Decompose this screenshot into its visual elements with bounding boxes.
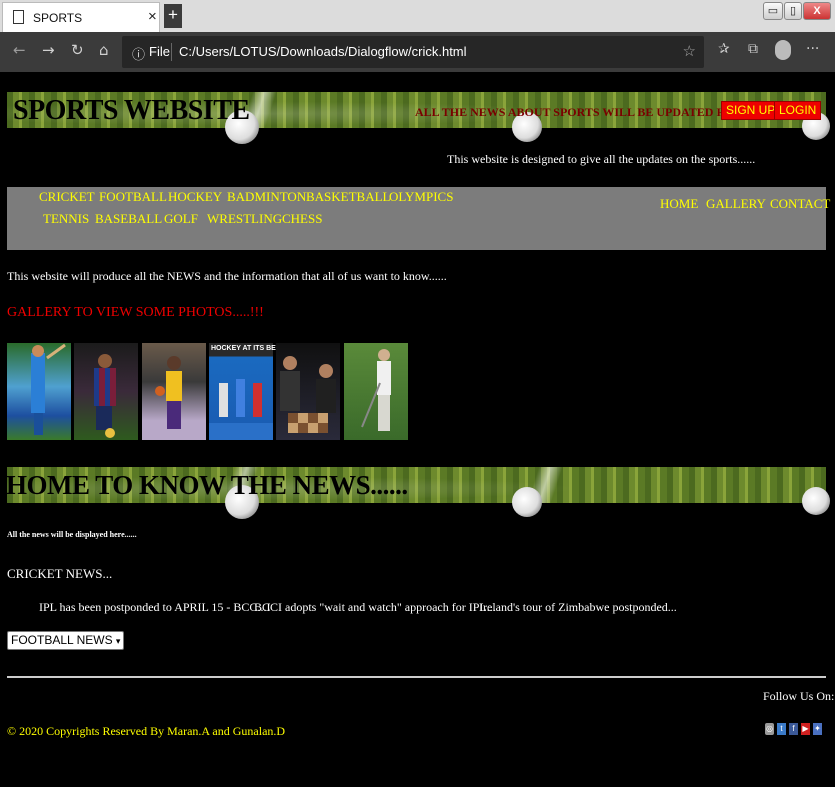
hockey-caption: HOCKEY AT ITS BEST xyxy=(211,345,285,352)
favorite-star-icon[interactable]: ☆ xyxy=(683,42,696,60)
nav-link-chess[interactable]: CHESS xyxy=(282,211,322,227)
cricket-news-title: CRICKET NEWS... xyxy=(7,566,113,581)
home-icon[interactable]: ⌂ xyxy=(99,41,109,59)
copyright-text: © 2020 Copyrights Reserved By Maran.A an… xyxy=(7,724,286,738)
tab-bar: SPORTS × + ▭ ▯ X xyxy=(0,0,835,32)
favorites-icon[interactable]: ✰ xyxy=(718,41,730,57)
nav-link-golf[interactable]: GOLF xyxy=(164,211,198,227)
collections-icon[interactable]: ⧉ xyxy=(748,41,758,57)
news-item[interactable]: IPL has been postponded to APRIL 15 - BC… xyxy=(39,600,270,615)
follow-us-label: Follow Us On: xyxy=(763,689,835,703)
gallery-photo-hockey[interactable]: HOCKEY AT ITS BEST xyxy=(209,343,285,440)
gallery-photo-golf[interactable] xyxy=(344,343,408,440)
minimize-button[interactable]: ▭ xyxy=(763,2,783,20)
nav-link-olympics[interactable]: OLYMPICS xyxy=(389,189,453,205)
football-image xyxy=(802,487,830,515)
site-title: SPORTS WEBSITE xyxy=(13,95,250,126)
address-bar[interactable]: ⓘ File C:/Users/LOTUS/Downloads/Dialogfl… xyxy=(122,36,704,68)
nav-link-wrestling[interactable]: WRESTLING xyxy=(207,211,282,227)
refresh-icon[interactable]: ↻ xyxy=(71,41,84,59)
flickr-icon[interactable]: ✦ xyxy=(813,723,822,735)
forward-icon[interactable]: → xyxy=(42,41,55,59)
news-heading: HOME TO KNOW THE NEWS...... xyxy=(6,470,408,500)
url-separator xyxy=(171,43,172,61)
footballer-figure xyxy=(94,354,116,438)
nav-link-tennis[interactable]: TENNIS xyxy=(43,211,89,227)
nav-link-hockey[interactable]: HOCKEY xyxy=(168,189,222,205)
url-scheme-label: File xyxy=(149,44,170,59)
close-window-button[interactable]: X xyxy=(803,2,831,20)
browser-tab[interactable]: SPORTS × xyxy=(2,2,160,32)
header-banner: SPORTS WEBSITE ALL THE NEWS ABOUT SPORTS… xyxy=(7,92,830,144)
gallery-photo-chess[interactable] xyxy=(276,343,340,440)
intro-text: This website is designed to give all the… xyxy=(447,152,756,166)
select-value: FOOTBALL NEWS xyxy=(11,633,113,647)
signup-button[interactable]: SIGN UP xyxy=(721,101,781,120)
maximize-button[interactable]: ▯ xyxy=(784,2,802,20)
footer-divider xyxy=(7,676,826,678)
news-subtext: All the news will be displayed here.....… xyxy=(7,530,137,539)
youtube-icon[interactable]: ▶ xyxy=(801,723,810,735)
twitter-icon[interactable]: t xyxy=(777,723,786,735)
more-menu-icon[interactable]: ··· xyxy=(806,41,819,57)
gallery-photo-basketball[interactable] xyxy=(142,343,206,440)
news-category-select[interactable]: FOOTBALL NEWS ▾ xyxy=(7,631,125,650)
nav-link-badminton[interactable]: BADMINTON xyxy=(227,189,306,205)
nav-link-contact[interactable]: CONTACT xyxy=(770,196,830,212)
chess-players-figure xyxy=(280,356,336,433)
new-tab-button[interactable]: + xyxy=(164,4,182,28)
golfer-figure xyxy=(361,349,391,431)
nav-link-football[interactable]: FOOTBALL xyxy=(99,189,167,205)
url-path[interactable]: C:/Users/LOTUS/Downloads/Dialogflow/cric… xyxy=(179,44,467,59)
tab-close-icon[interactable]: × xyxy=(148,8,157,25)
site-description: This website will produce all the NEWS a… xyxy=(7,269,447,283)
page-icon xyxy=(13,10,24,24)
tagline-text: ALL THE NEWS ABOUT SPORTS WILL BE UPDATE… xyxy=(415,105,769,119)
nav-link-home[interactable]: HOME xyxy=(660,196,698,212)
nav-link-baseball[interactable]: BASEBALL xyxy=(95,211,162,227)
instagram-icon[interactable]: ◎ xyxy=(765,723,774,735)
nav-link-basketball[interactable]: BASKETBALL xyxy=(306,189,391,205)
tab-title: SPORTS xyxy=(33,11,83,25)
news-item[interactable]: Ireland's tour of Zimbabwe postponded... xyxy=(479,600,677,615)
facebook-icon[interactable]: f xyxy=(789,723,798,735)
nav-menu: CRICKET FOOTBALL HOCKEY BADMINTON BASKET… xyxy=(7,187,830,250)
nav-link-gallery[interactable]: GALLERY xyxy=(706,196,766,212)
news-item[interactable]: BCCI adopts "wait and watch" approach fo… xyxy=(254,600,496,615)
gallery-link[interactable]: GALLERY TO VIEW SOME PHOTOS.....!!! xyxy=(7,305,264,321)
info-icon[interactable]: ⓘ xyxy=(132,44,145,63)
back-icon[interactable]: ← xyxy=(13,41,26,59)
browser-chrome: SPORTS × + ▭ ▯ X ← → ↻ ⌂ ⓘ File C:/Users… xyxy=(0,0,835,72)
profile-avatar[interactable] xyxy=(775,40,791,60)
cricketer-figure xyxy=(31,343,66,435)
gallery-photo-football[interactable] xyxy=(74,343,138,440)
web-page: SPORTS WEBSITE ALL THE NEWS ABOUT SPORTS… xyxy=(0,72,835,787)
chevron-down-icon: ▾ xyxy=(115,636,121,646)
basketball-player-figure xyxy=(155,356,182,429)
football-image xyxy=(512,487,542,517)
login-button[interactable]: LOGIN xyxy=(774,101,822,120)
nav-link-cricket[interactable]: CRICKET xyxy=(39,189,95,205)
address-bar-row: ← → ↻ ⌂ ⓘ File C:/Users/LOTUS/Downloads/… xyxy=(0,32,835,72)
hockey-players-figure xyxy=(209,379,273,440)
gallery-photo-cricket[interactable] xyxy=(7,343,71,440)
